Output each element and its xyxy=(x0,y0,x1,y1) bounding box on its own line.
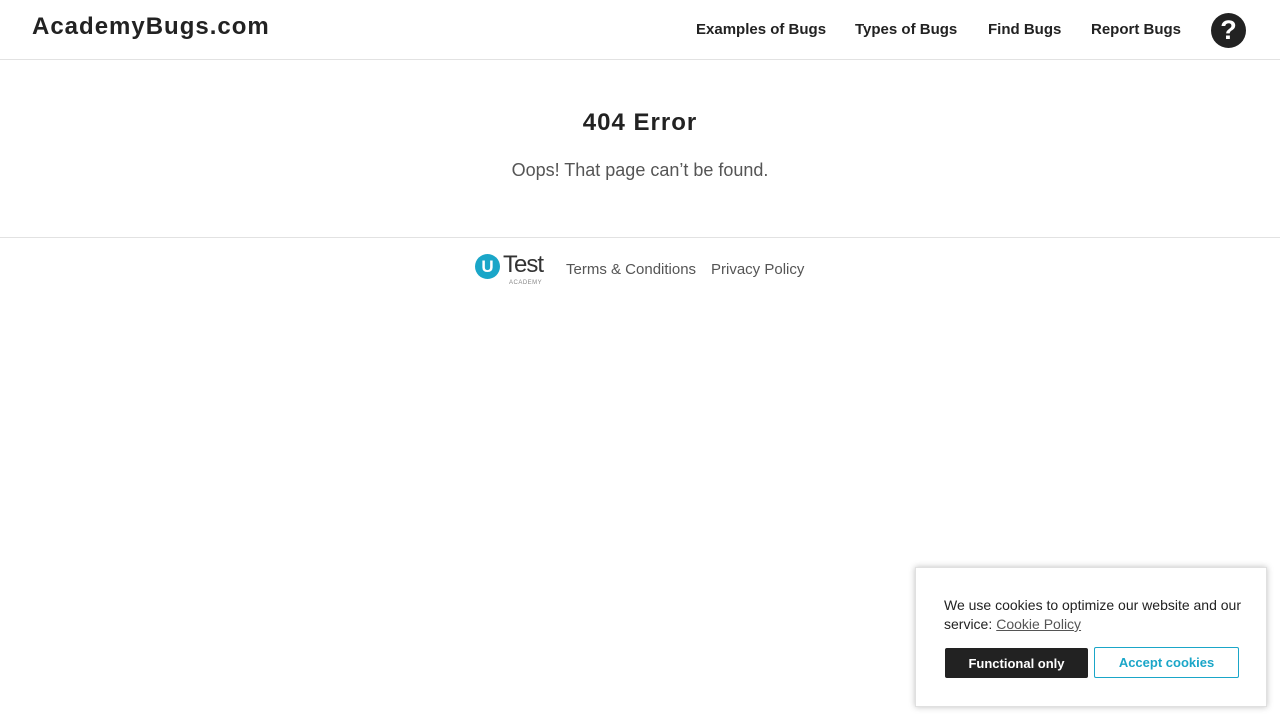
nav-report-bugs[interactable]: Report Bugs xyxy=(1091,21,1181,38)
site-footer: U Test ACADEMY Terms & Conditions Privac… xyxy=(0,239,1280,299)
main-nav: Examples of Bugs Types of Bugs Find Bugs… xyxy=(0,21,1280,41)
main-content: 404 Error Oops! That page can’t be found… xyxy=(0,60,1280,238)
cookie-policy-link[interactable]: Cookie Policy xyxy=(996,616,1081,632)
cookie-banner: We use cookies to optimize our website a… xyxy=(915,567,1267,707)
error-message: Oops! That page can’t be found. xyxy=(511,160,769,180)
terms-link[interactable]: Terms & Conditions xyxy=(566,261,696,278)
utest-academy-logo[interactable]: U Test ACADEMY xyxy=(475,251,550,287)
nav-examples-of-bugs[interactable]: Examples of Bugs xyxy=(696,21,826,38)
question-circle-icon[interactable]: ? xyxy=(1211,13,1246,48)
nav-types-of-bugs[interactable]: Types of Bugs xyxy=(855,21,957,38)
page-title: 404 Error xyxy=(582,109,698,136)
site-header: AcademyBugs.com Examples of Bugs Types o… xyxy=(0,0,1280,60)
accept-cookies-button[interactable]: Accept cookies xyxy=(1094,647,1239,678)
cookie-text: We use cookies to optimize our website a… xyxy=(944,596,1244,634)
cookie-message: We use cookies to optimize our website a… xyxy=(944,597,1242,632)
functional-only-button[interactable]: Functional only xyxy=(945,648,1088,678)
privacy-link[interactable]: Privacy Policy xyxy=(711,261,804,278)
logo-badge: U xyxy=(475,254,500,279)
logo-subtext: ACADEMY xyxy=(509,280,543,286)
logo-wordmark: Test xyxy=(503,251,544,278)
nav-find-bugs[interactable]: Find Bugs xyxy=(988,21,1061,38)
